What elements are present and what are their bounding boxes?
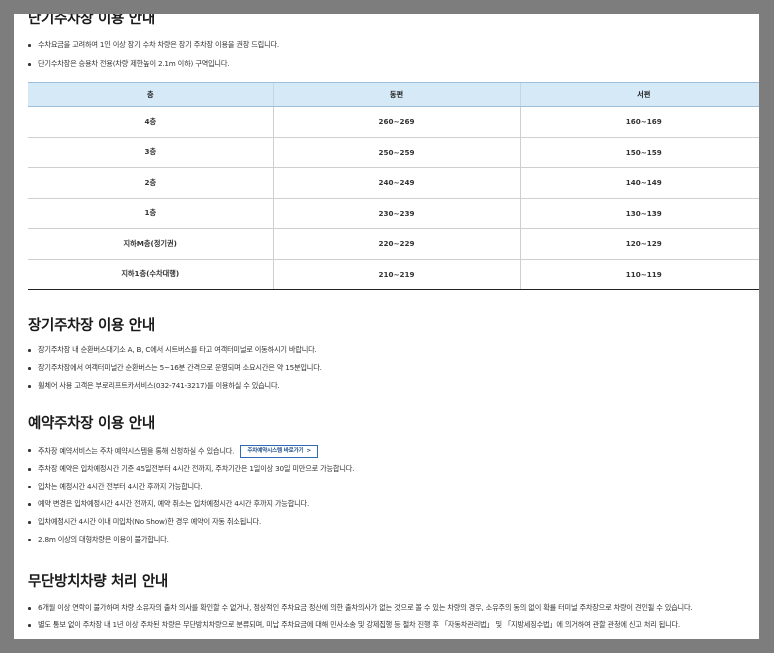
east-cell: 240~249 bbox=[272, 167, 520, 199]
bullet-item: 수차요금을 고려하여 1인 이상 장기 수차 차량은 장기 주차장 이용을 권장… bbox=[28, 40, 279, 50]
header-east: 동편 bbox=[272, 82, 520, 107]
floor-cell: 3층 bbox=[28, 137, 273, 168]
bullet-item: 예약 변경은 입차예정시간 4시간 전까지, 예약 취소는 입차예정시간 4시간… bbox=[28, 499, 354, 509]
west-cell: 130~139 bbox=[519, 198, 759, 229]
bullet-item: 주차장 예약은 입차예정시간 기준 45일전부터 4시간 전까지, 주차기간은 … bbox=[28, 464, 354, 474]
west-cell: 120~129 bbox=[519, 228, 759, 260]
table-header-row: 층 동편 서편 bbox=[28, 82, 759, 107]
reservation-bullets: 주차장 예약서비스는 주차 예약시스템을 통해 신청하실 수 있습니다. 주차예… bbox=[28, 445, 354, 552]
floor-cell: 지하M층(정기권) bbox=[28, 228, 273, 260]
west-cell: 150~159 bbox=[519, 137, 759, 168]
bullet-item: 장기주차장 내 순환버스대기소 A, B, C에서 시트버스를 타고 여객터미널… bbox=[28, 345, 322, 355]
abandoned-title: 무단방치차량 처리 안내 bbox=[28, 574, 168, 590]
east-cell: 250~259 bbox=[272, 137, 520, 168]
floor-cell: 1층 bbox=[28, 198, 273, 229]
bullet-item: 2.8m 이상의 대형차량은 이용이 불가합니다. bbox=[28, 535, 354, 545]
chevron-right-icon: > bbox=[306, 448, 312, 454]
bullet-item: 주차장 예약서비스는 주차 예약시스템을 통해 신청하실 수 있습니다. 주차예… bbox=[28, 445, 354, 458]
short-term-title: 단기주차장 이용 안내 bbox=[28, 14, 155, 27]
west-cell: 140~149 bbox=[519, 167, 759, 199]
header-west: 서편 bbox=[519, 82, 759, 107]
east-cell: 230~239 bbox=[272, 198, 520, 229]
table-row: 3층 250~259 150~159 bbox=[28, 137, 759, 168]
header-floor: 층 bbox=[28, 82, 273, 107]
short-term-bullets: 수차요금을 고려하여 1인 이상 장기 수차 차량은 장기 주차장 이용을 권장… bbox=[28, 40, 279, 78]
abandoned-bullets: 6개월 이상 연락이 불가하며 차량 소유자의 출차 의사를 확인할 수 없거나… bbox=[28, 603, 693, 637]
table-row: 2층 240~249 140~149 bbox=[28, 167, 759, 199]
floor-cell: 4층 bbox=[28, 106, 273, 138]
bullet-item: 입차예정시간 4시간 이내 미입차(No Show)한 경우 예약이 자동 취소… bbox=[28, 517, 354, 527]
long-term-title: 장기주차장 이용 안내 bbox=[28, 318, 155, 334]
long-term-bullets: 장기주차장 내 순환버스대기소 A, B, C에서 시트버스를 타고 여객터미널… bbox=[28, 345, 322, 399]
table-row: 1층 230~239 130~139 bbox=[28, 198, 759, 229]
east-cell: 210~219 bbox=[272, 259, 520, 290]
bullet-item: 6개월 이상 연락이 불가하며 차량 소유자의 출차 의사를 확인할 수 없거나… bbox=[28, 603, 693, 613]
bullet-item: 별도 통보 없이 주차장 내 1년 이상 주차된 차량은 무단방치차량으로 분류… bbox=[28, 620, 692, 630]
floor-cell: 2층 bbox=[28, 167, 273, 199]
bullet-item: 단기수차장은 승용차 전용(차량 제한높이 2.1m 이하) 구역입니다. bbox=[28, 59, 279, 69]
west-cell: 110~119 bbox=[519, 259, 759, 290]
table-row: 지하M층(정기권) 220~229 120~129 bbox=[28, 228, 759, 260]
reservation-title: 예약주차장 이용 안내 bbox=[28, 416, 155, 432]
east-cell: 260~269 bbox=[272, 106, 520, 138]
table-row: 4층 260~269 160~169 bbox=[28, 106, 759, 138]
floor-table: 층 동편 서편 4층 260~269 160~169 3층 250~259 15… bbox=[28, 82, 759, 290]
bullet-item: 입차는 예정시간 4시간 전부터 4시간 후까지 가능합니다. bbox=[28, 482, 354, 492]
east-cell: 220~229 bbox=[272, 228, 520, 260]
content-panel: 단기주차장 이용 안내 수차요금을 고려하여 1인 이상 장기 수차 차량은 장… bbox=[14, 14, 759, 639]
west-cell: 160~169 bbox=[519, 106, 759, 138]
reservation-system-link-button[interactable]: 주차예약시스템 바로가기 > bbox=[240, 445, 318, 458]
floor-cell: 지하1층(수차대행) bbox=[28, 259, 273, 290]
button-label: 주차예약시스템 바로가기 bbox=[247, 448, 304, 454]
bullet-text: 주차장 예약서비스는 주차 예약시스템을 통해 신청하실 수 있습니다. bbox=[38, 446, 235, 456]
bullet-item: 휠체어 사용 고객은 부로리프트카서비스(032-741-3217)를 이용하실… bbox=[28, 381, 322, 391]
bullet-item: 장기주차장에서 여객터미널간 순환버스는 5~16분 간격으로 운영되며 소요시… bbox=[28, 363, 322, 373]
table-row: 지하1층(수차대행) 210~219 110~119 bbox=[28, 259, 759, 290]
